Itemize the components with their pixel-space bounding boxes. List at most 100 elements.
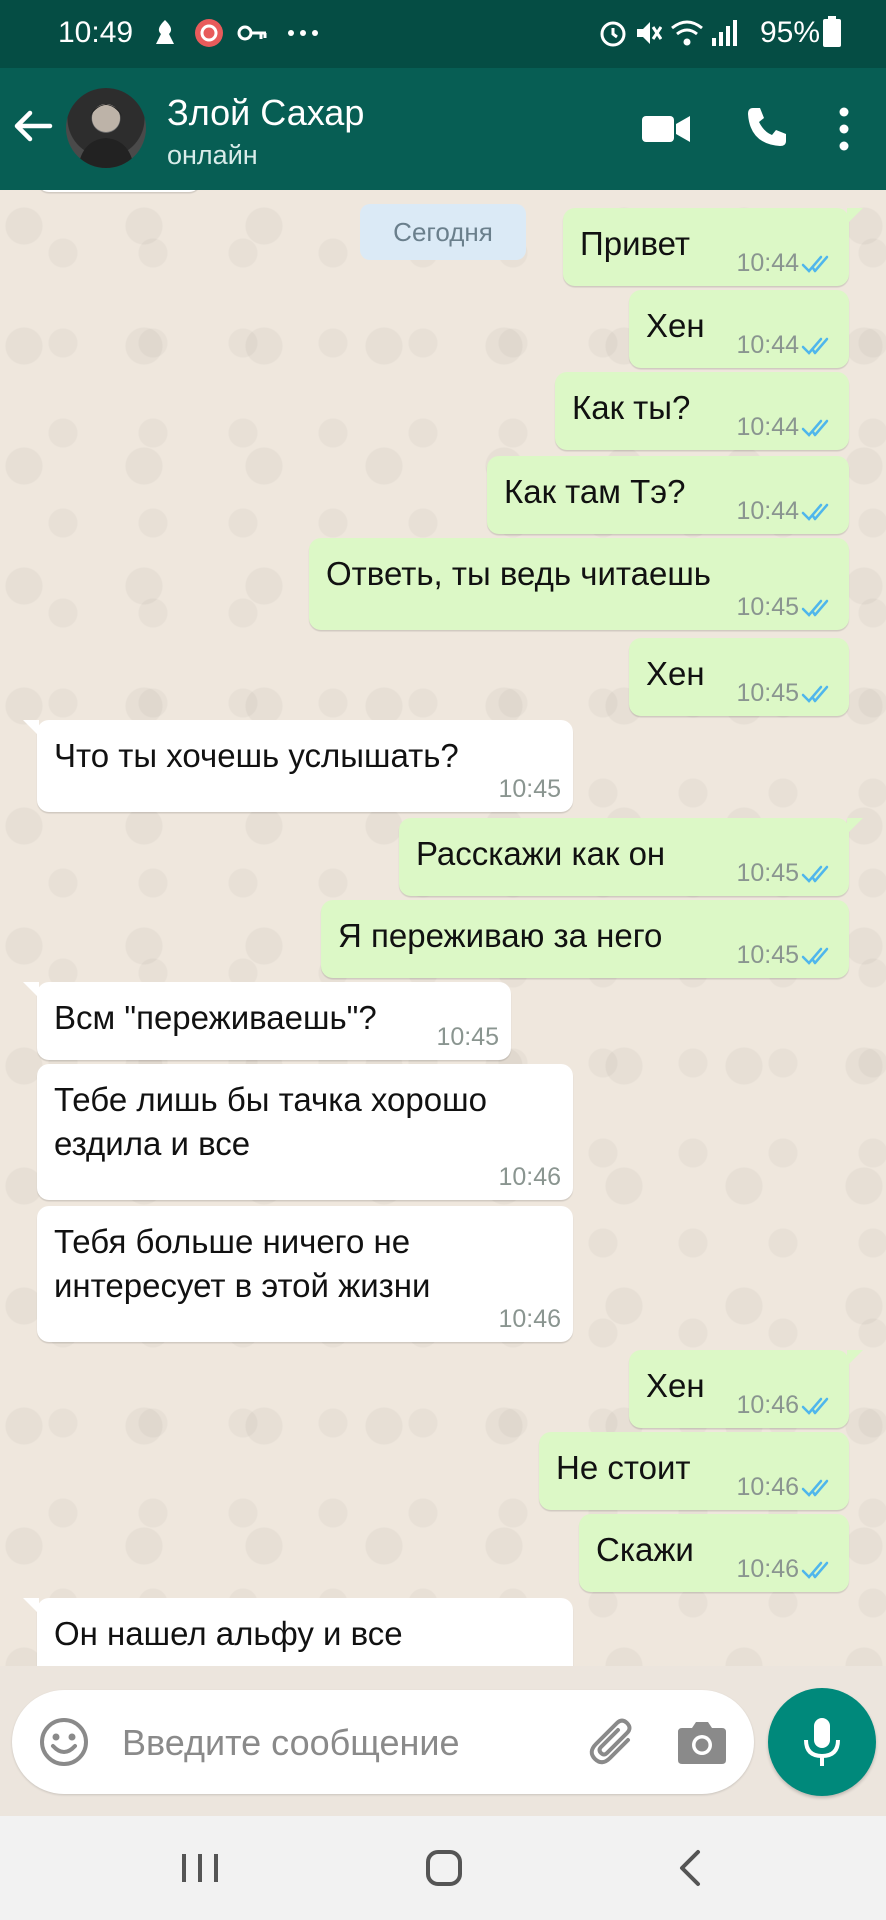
message-meta: 10:44 [736, 413, 837, 442]
message-time: 10:44 [736, 413, 799, 441]
message-meta: 10:45 [736, 859, 837, 888]
message-meta: 10:44 [736, 497, 837, 526]
previous-message-fragment [37, 190, 201, 192]
arrow-left-icon[interactable] [10, 104, 54, 148]
message-text: Тебя больше ничего не интересует в этой … [54, 1223, 431, 1304]
double-check-icon [801, 255, 829, 273]
battery-percent: 95% [759, 16, 820, 49]
microphone-icon [804, 1718, 840, 1766]
message-meta: 10:45 [736, 941, 837, 970]
message-time: 10:46 [498, 1305, 561, 1333]
double-check-icon [801, 1397, 829, 1415]
incoming-message[interactable]: Что ты хочешь услышать? 10:45 [23, 720, 573, 812]
outgoing-message[interactable]: Я переживаю за него 10:45 [321, 900, 849, 978]
message-meta: 10:45 [498, 775, 561, 804]
message-text: Хен [646, 307, 705, 344]
message-text: Расскажи как он [416, 835, 666, 872]
message-input[interactable] [120, 1712, 484, 1774]
home-icon[interactable] [416, 1844, 472, 1892]
message-meta: 10:46 [736, 1555, 837, 1584]
paperclip-icon[interactable] [586, 1714, 642, 1770]
message-meta: 10:45 [736, 679, 837, 708]
message-text: Привет [580, 225, 691, 262]
message-text: Скажи [596, 1531, 694, 1568]
double-check-icon [801, 337, 829, 355]
key-icon [236, 18, 268, 53]
message-list[interactable]: Сегодня Привет 10:44 Хен 10:44 Как ты? 10:44 К… [0, 190, 886, 1666]
outgoing-message[interactable]: Расскажи как он 10:45 [399, 818, 863, 896]
outgoing-message[interactable]: Как там Тэ? 10:44 [487, 456, 849, 534]
double-check-icon [801, 1561, 829, 1579]
double-check-icon [801, 865, 829, 883]
back-icon[interactable] [664, 1844, 720, 1892]
message-text: Как там Тэ? [504, 473, 686, 510]
double-check-icon [801, 947, 829, 965]
microphone-button[interactable] [768, 1688, 876, 1796]
avatar[interactable] [66, 88, 146, 168]
double-check-icon [801, 1479, 829, 1497]
message-meta: 10:46 [498, 1163, 561, 1192]
message-text: Он нашел альфу и все [54, 1615, 403, 1652]
contact-status: онлайн [167, 140, 258, 170]
system-nav-bar [0, 1816, 886, 1920]
wifi-icon [670, 18, 704, 53]
message-meta: 10:46 [736, 1473, 837, 1502]
message-time: 10:45 [736, 679, 799, 707]
outgoing-message[interactable]: Ответь, ты ведь читаешь 10:45 [309, 538, 849, 630]
more-vertical-icon[interactable] [834, 104, 854, 154]
message-meta: 10:46 [498, 1305, 561, 1334]
outgoing-message[interactable]: Как ты? 10:44 [555, 372, 849, 450]
incoming-message[interactable]: Тебе лишь бы тачка хорошо ездила и все 10… [37, 1064, 573, 1200]
double-check-icon [801, 685, 829, 703]
message-text: Всм "переживаешь"? [54, 999, 377, 1036]
incoming-message[interactable]: Тебя больше ничего не интересует в этой … [37, 1206, 573, 1342]
battery-icon [822, 16, 842, 53]
message-meta: 10:44 [736, 331, 837, 360]
status-time: 10:49 [58, 16, 134, 49]
message-time: 10:45 [736, 941, 799, 969]
message-time: 10:46 [736, 1473, 799, 1501]
message-text: Тебе лишь бы тачка хорошо ездила и все [54, 1081, 487, 1162]
message-time: 10:45 [436, 1023, 499, 1051]
alarm-icon [598, 18, 628, 53]
outgoing-message[interactable]: Скажи 10:46 [579, 1514, 849, 1592]
recent-apps-icon[interactable] [172, 1844, 228, 1892]
message-meta: 10:45 [436, 1023, 499, 1052]
phone-icon[interactable] [744, 104, 794, 154]
contact-name[interactable]: Злой Сахар [167, 92, 364, 134]
message-text: Я переживаю за него [338, 917, 663, 954]
outgoing-message[interactable]: Привет 10:44 [563, 208, 863, 286]
notification-icon [152, 18, 178, 53]
message-time: 10:46 [736, 1391, 799, 1419]
message-meta: 10:45 [736, 593, 837, 622]
date-chip: Сегодня [360, 204, 526, 260]
emoji-icon[interactable] [38, 1716, 90, 1768]
video-call-icon[interactable] [640, 104, 692, 154]
double-check-icon [801, 599, 829, 617]
chat-header: Злой Сахар онлайн [0, 68, 886, 190]
camera-icon[interactable] [676, 1716, 728, 1768]
mute-icon [634, 18, 663, 53]
outgoing-message[interactable]: Не стоит 10:46 [539, 1432, 849, 1510]
incoming-message[interactable]: Он нашел альфу и все [23, 1598, 573, 1666]
message-time: 10:46 [736, 1555, 799, 1583]
incoming-message[interactable]: Всм "переживаешь"? 10:45 [23, 982, 511, 1060]
outgoing-message[interactable]: Хен 10:46 [629, 1350, 863, 1428]
record-icon [194, 18, 224, 53]
message-text: Не стоит [556, 1449, 691, 1486]
more-notifications-icon [286, 18, 320, 53]
message-time: 10:44 [736, 249, 799, 277]
double-check-icon [801, 503, 829, 521]
message-text: Что ты хочешь услышать? [54, 737, 459, 774]
message-time: 10:45 [736, 593, 799, 621]
message-text: Хен [646, 1367, 705, 1404]
message-meta: 10:46 [736, 1391, 837, 1420]
message-text: Хен [646, 655, 705, 692]
outgoing-message[interactable]: Хен 10:45 [629, 638, 849, 716]
status-bar: 10:49 95% [0, 0, 886, 68]
message-time: 10:44 [736, 331, 799, 359]
outgoing-message[interactable]: Хен 10:44 [629, 290, 849, 368]
message-time: 10:44 [736, 497, 799, 525]
signal-icon [710, 18, 738, 53]
message-composer [12, 1690, 754, 1794]
